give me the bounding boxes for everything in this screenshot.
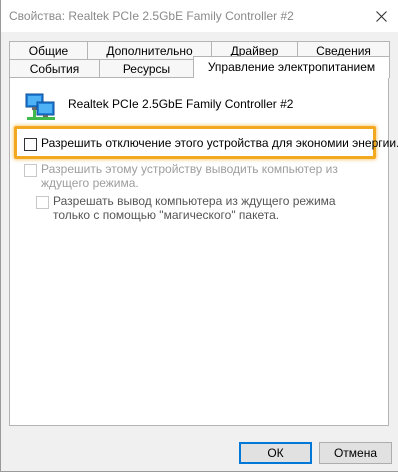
tab-power-management[interactable]: Управление электропитанием <box>193 56 390 78</box>
tab-resources[interactable]: Ресурсы <box>99 59 194 77</box>
allow-wake-checkbox-row: Разрешить этому устройству выводить комп… <box>24 162 364 190</box>
magic-packet-checkbox-row: Разрешать вывод компьютера из ждущего ре… <box>36 194 366 222</box>
allow-power-off-checkbox-row[interactable]: Разрешить отключение этого устройства дл… <box>24 136 398 151</box>
window-title: Свойства: Realtek PCIe 2.5GbE Family Con… <box>9 9 294 23</box>
tab-panel-power-management: Realtek PCIe 2.5GbE Family Controller #2… <box>9 77 398 426</box>
device-name: Realtek PCIe 2.5GbE Family Controller #2 <box>68 97 294 111</box>
properties-dialog: Свойства: Realtek PCIe 2.5GbE Family Con… <box>0 0 398 472</box>
magic-packet-checkbox <box>36 196 49 209</box>
allow-power-off-checkbox[interactable] <box>24 138 37 151</box>
tab-general[interactable]: Общие <box>9 41 88 59</box>
cancel-button[interactable]: Отмена <box>319 442 392 464</box>
allow-wake-checkbox <box>24 164 37 177</box>
title-bar[interactable]: Свойства: Realtek PCIe 2.5GbE Family Con… <box>1 0 398 32</box>
network-adapter-icon <box>25 93 55 120</box>
close-icon <box>375 10 387 22</box>
tab-events[interactable]: События <box>9 59 100 77</box>
ok-button[interactable]: ОК <box>239 442 312 464</box>
allow-wake-label: Разрешить этому устройству выводить комп… <box>41 162 338 190</box>
close-button[interactable] <box>364 0 398 32</box>
allow-power-off-label: Разрешить отключение этого устройства дл… <box>41 136 398 150</box>
magic-packet-label: Разрешать вывод компьютера из ждущего ре… <box>53 194 336 222</box>
